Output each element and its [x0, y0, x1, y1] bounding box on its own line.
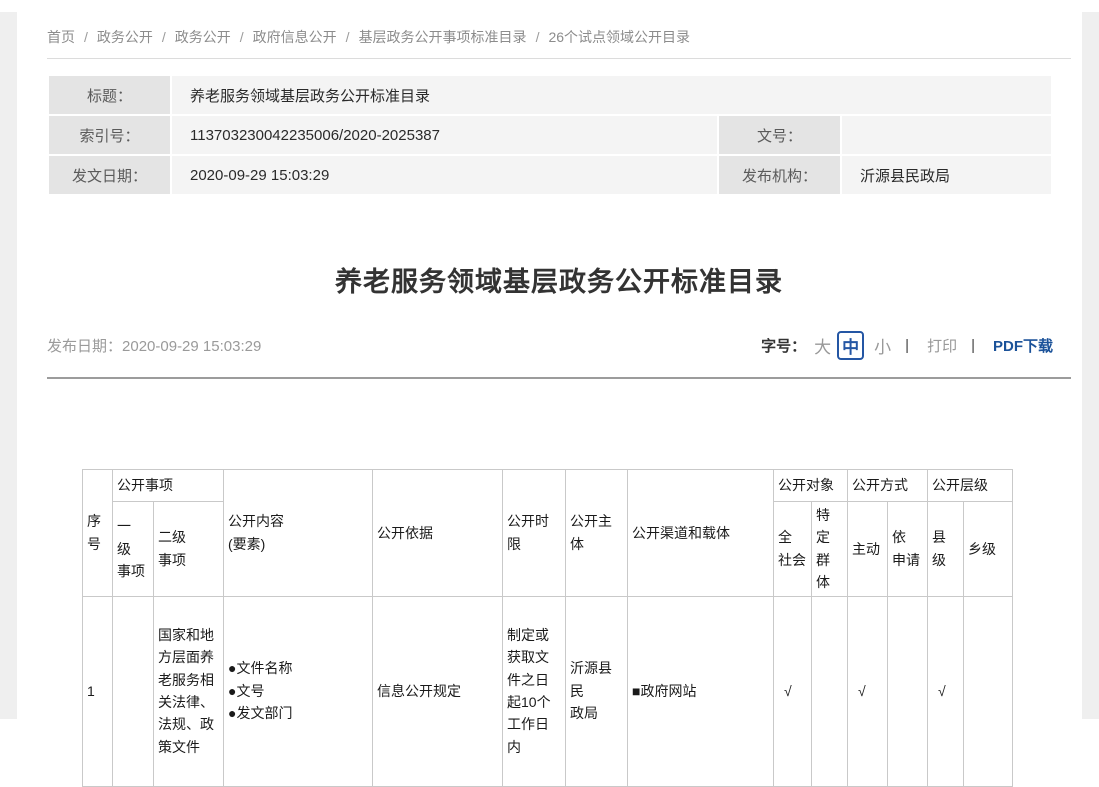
font-size-medium-button[interactable]: 中	[837, 331, 864, 360]
font-size-label: 字号：	[761, 335, 806, 356]
header-level2: 二级 事项	[154, 502, 224, 597]
table-header-row-1: 序 号 公开事项 公开内容 (要素) 公开依据 公开时 限 公开主体 公开渠道和…	[83, 470, 1013, 502]
cell-time-limit: 制定或 获取文 件之日 起10个 工作日 内	[503, 596, 566, 786]
header-time-limit: 公开时 限	[503, 470, 566, 597]
header-matters: 公开事项	[113, 470, 224, 502]
header-level: 公开层级	[928, 470, 1013, 502]
cell-content: ●文件名称 ●文号 ●发文部门	[224, 596, 373, 786]
publish-date-label: 发布日期：	[47, 338, 122, 355]
breadcrumb-separator: /	[84, 29, 88, 45]
font-size-large-button[interactable]: 大	[814, 333, 831, 358]
article-divider	[47, 377, 1071, 379]
content-card: 首页 / 政务公开 / 政务公开 / 政府信息公开 / 基层政务公开事项标准目录…	[17, 0, 1082, 719]
meta-docno-label: 文号：	[719, 116, 840, 154]
tools-separator: |	[905, 337, 909, 354]
header-seq: 序 号	[83, 470, 113, 597]
header-basis: 公开依据	[373, 470, 503, 597]
cell-channel: ■政府网站	[628, 596, 774, 786]
header-level1: 一 级 事项	[113, 502, 154, 597]
header-method: 公开方式	[848, 470, 928, 502]
breadcrumb-pilot-catalog[interactable]: 26个试点领域公开目录	[548, 27, 690, 47]
breadcrumb-separator: /	[240, 29, 244, 45]
header-channel: 公开渠道和载体	[628, 470, 774, 597]
cell-level-county: √	[928, 596, 964, 786]
meta-row-title: 标题： 养老服务领域基层政务公开标准目录	[49, 76, 1051, 114]
meta-date-label: 发文日期：	[49, 156, 170, 194]
publish-date: 发布日期：2020-09-29 15:03:29	[47, 335, 261, 356]
meta-index-label: 索引号：	[49, 116, 170, 154]
meta-title-label: 标题：	[49, 76, 170, 114]
font-size-small-button[interactable]: 小	[874, 333, 891, 358]
cell-level2: 国家和地 方层面养 老服务相 关法律、 法规、政 策文件	[154, 596, 224, 786]
cell-level1	[113, 596, 154, 786]
tools-separator: |	[971, 337, 975, 354]
meta-docno-value	[842, 116, 1051, 154]
article-info-bar: 发布日期：2020-09-29 15:03:29 字号： 大 中 小 | 打印 …	[47, 331, 1053, 360]
disclosure-standard-table: 序 号 公开事项 公开内容 (要素) 公开依据 公开时 限 公开主体 公开渠道和…	[82, 469, 1013, 787]
cell-target-specific	[812, 596, 848, 786]
page-margin-right	[1082, 12, 1099, 719]
header-level-town: 乡级	[964, 502, 1013, 597]
meta-index-value: 113703230042235006/2020-2025387	[172, 116, 717, 154]
article-tools: 字号： 大 中 小 | 打印 | PDF下载	[761, 331, 1053, 360]
meta-date-value: 2020-09-29 15:03:29	[172, 156, 717, 194]
cell-subject: 沂源县民 政局	[566, 596, 628, 786]
breadcrumb-standard-catalog[interactable]: 基层政务公开事项标准目录	[359, 27, 527, 47]
breadcrumb-home[interactable]: 首页	[47, 27, 75, 47]
publish-date-value: 2020-09-29 15:03:29	[122, 338, 261, 355]
pdf-download-button[interactable]: PDF下载	[993, 335, 1053, 356]
breadcrumb-separator: /	[162, 29, 166, 45]
header-target-specific: 特定 群体	[812, 502, 848, 597]
table-row: 1 国家和地 方层面养 老服务相 关法律、 法规、政 策文件 ●文件名称 ●文号…	[83, 596, 1013, 786]
document-meta-table: 标题： 养老服务领域基层政务公开标准目录 索引号： 11370323004223…	[47, 74, 1053, 196]
print-button[interactable]: 打印	[927, 335, 957, 356]
meta-agency-value: 沂源县民政局	[842, 156, 1051, 194]
cell-method-request	[888, 596, 928, 786]
header-target: 公开对象	[774, 470, 848, 502]
page-title: 养老服务领域基层政务公开标准目录	[47, 260, 1071, 299]
breadcrumb: 首页 / 政务公开 / 政务公开 / 政府信息公开 / 基层政务公开事项标准目录…	[47, 27, 1071, 47]
breadcrumb-separator: /	[346, 29, 350, 45]
header-method-request: 依 申请	[888, 502, 928, 597]
page-margin-left	[0, 12, 17, 719]
header-method-active: 主动	[848, 502, 888, 597]
breadcrumb-zhengwu-gongkai-1[interactable]: 政务公开	[97, 27, 153, 47]
breadcrumb-gov-info[interactable]: 政府信息公开	[253, 27, 337, 47]
header-content: 公开内容 (要素)	[224, 470, 373, 597]
cell-seq: 1	[83, 596, 113, 786]
cell-target-all: √	[774, 596, 812, 786]
breadcrumb-divider	[47, 58, 1071, 59]
meta-row-date: 发文日期： 2020-09-29 15:03:29 发布机构： 沂源县民政局	[49, 156, 1051, 194]
header-target-all: 全 社会	[774, 502, 812, 597]
cell-method-active: √	[848, 596, 888, 786]
breadcrumb-zhengwu-gongkai-2[interactable]: 政务公开	[175, 27, 231, 47]
meta-row-index: 索引号： 113703230042235006/2020-2025387 文号：	[49, 116, 1051, 154]
cell-level-town	[964, 596, 1013, 786]
meta-agency-label: 发布机构：	[719, 156, 840, 194]
header-subject: 公开主体	[566, 470, 628, 597]
cell-basis: 信息公开规定	[373, 596, 503, 786]
header-level-county: 县级	[928, 502, 964, 597]
meta-title-value: 养老服务领域基层政务公开标准目录	[172, 76, 1051, 114]
breadcrumb-separator: /	[536, 29, 540, 45]
